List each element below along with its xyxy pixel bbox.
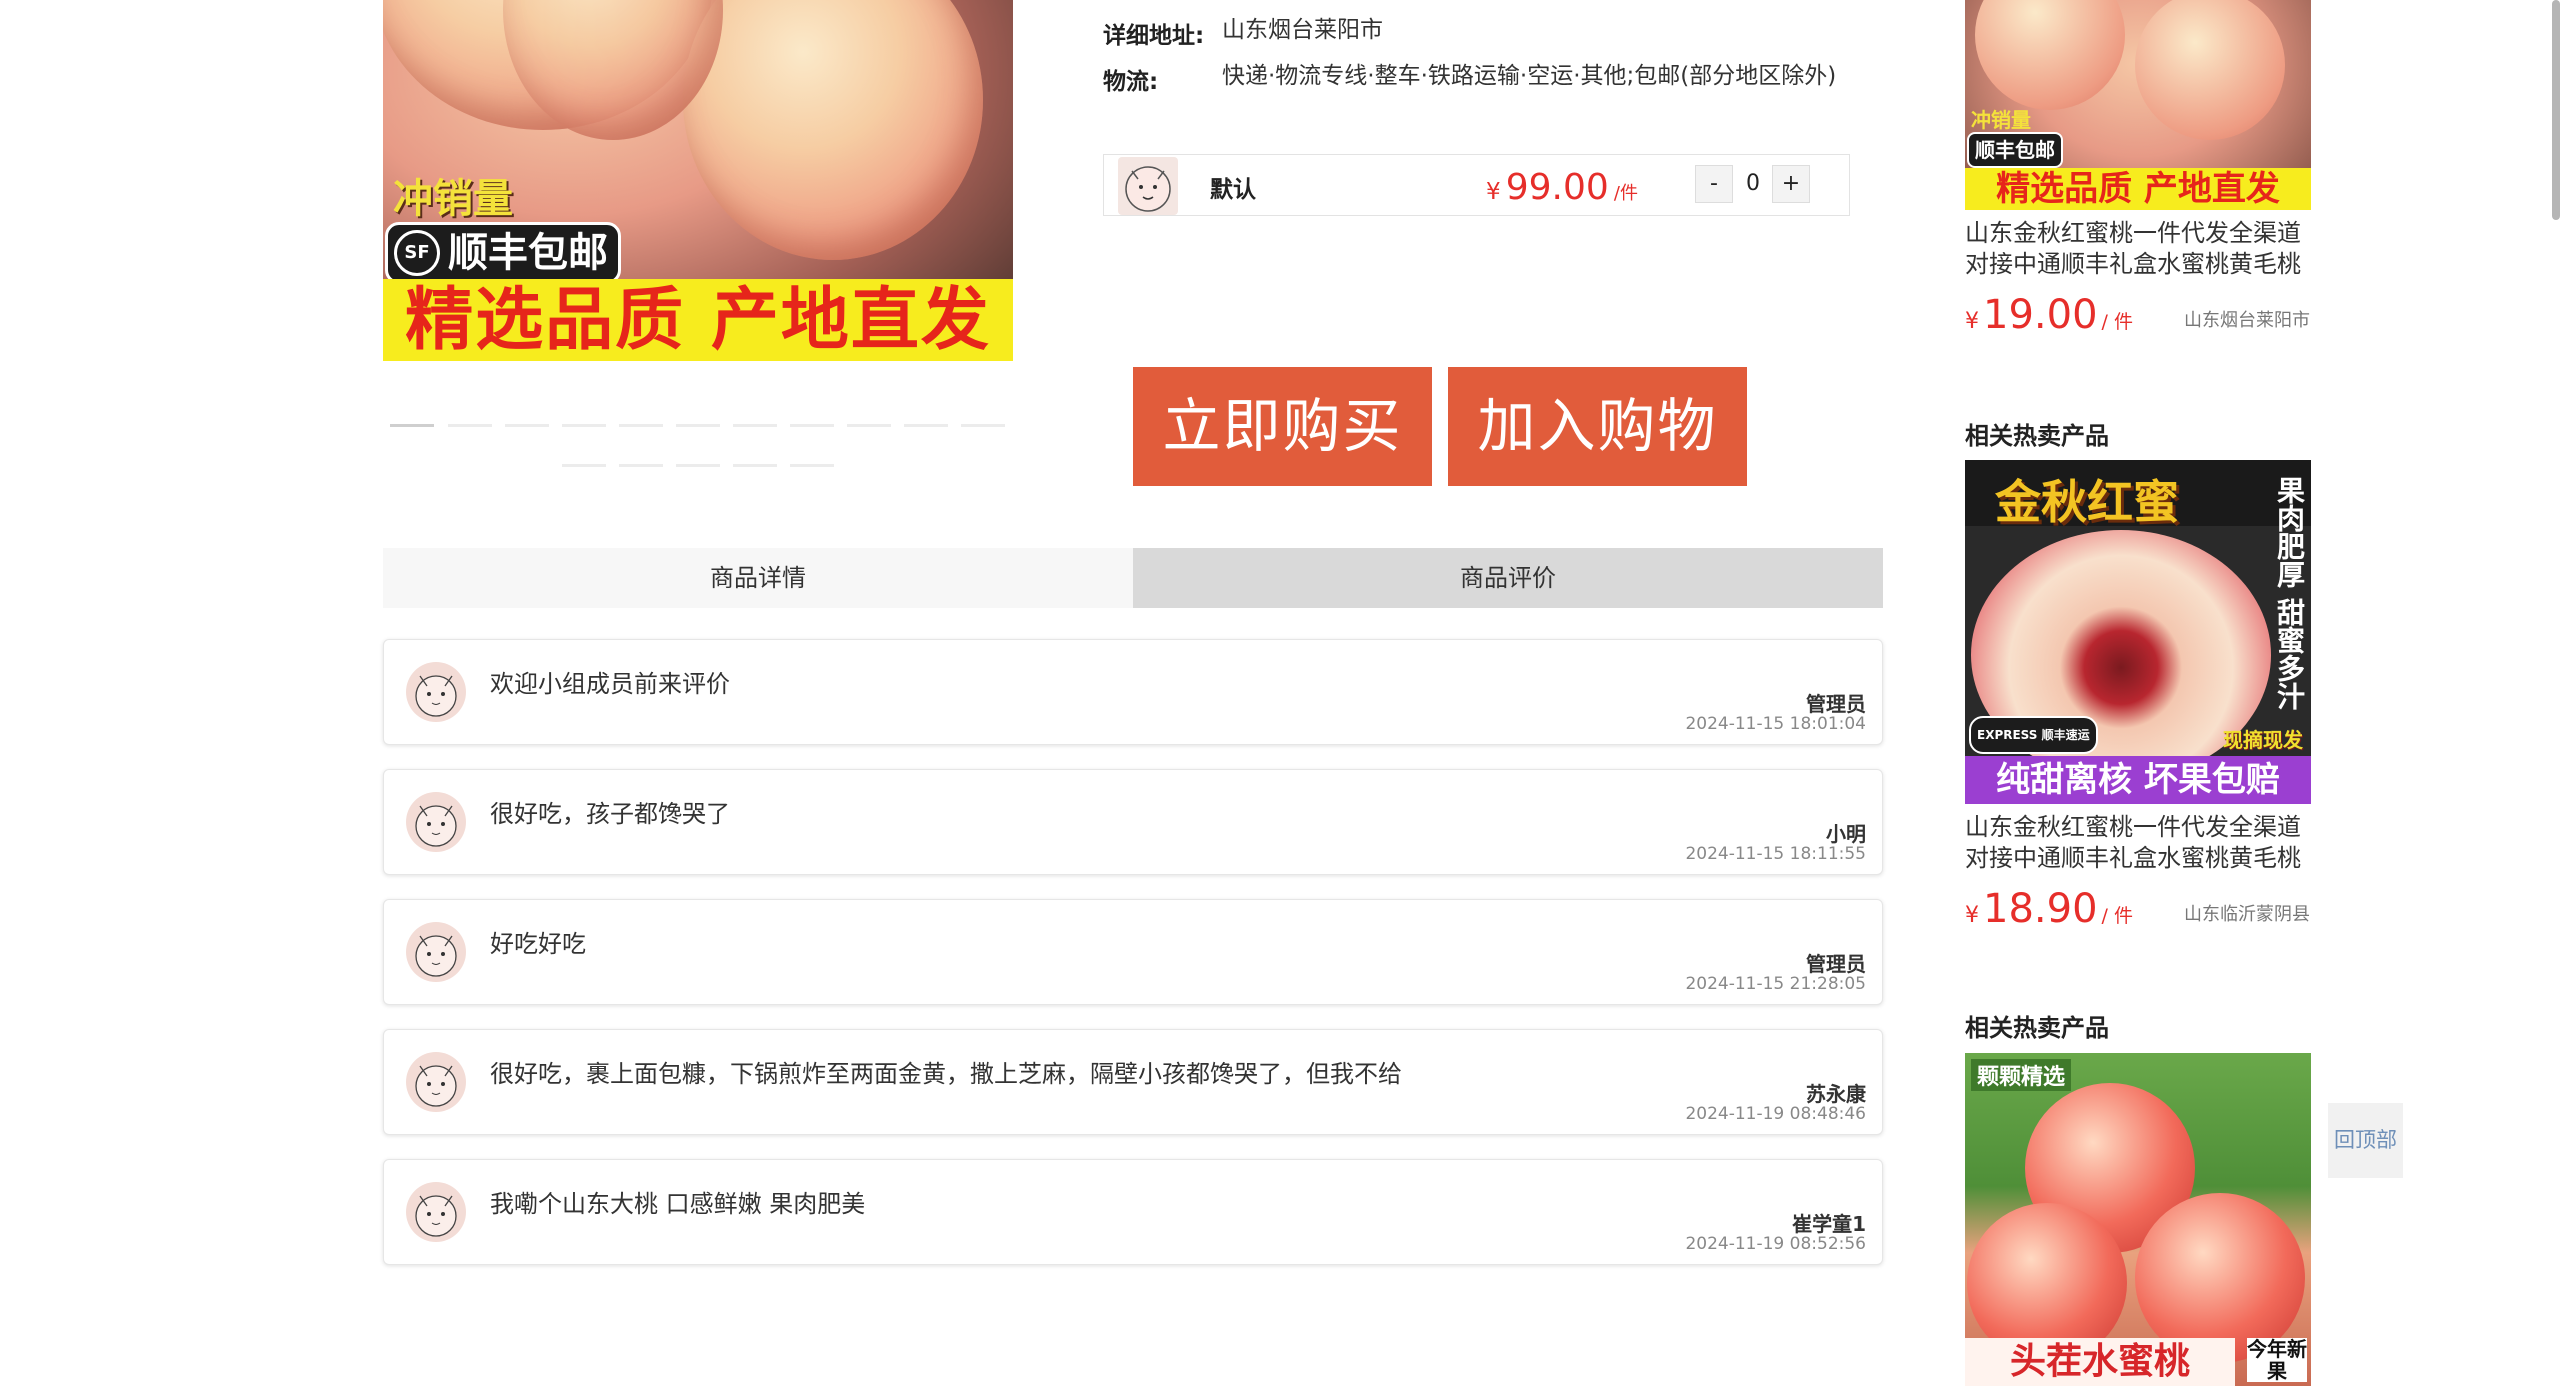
sidebar-unit: / 件	[2101, 311, 2133, 333]
address-label: 详细地址:	[1103, 23, 1205, 49]
avatar	[406, 922, 466, 982]
carousel-dot[interactable]	[390, 424, 434, 427]
buy-now-button[interactable]: 立即购买	[1133, 367, 1432, 486]
sku-unit: /件	[1613, 183, 1638, 204]
sku-row[interactable]: 默认 ¥ 99.00 /件 - 0 +	[1103, 154, 1850, 216]
sidebar-product-location: 山东烟台莱阳市	[2184, 310, 2310, 331]
sidebar-shipping-tag: 顺丰包邮	[1967, 132, 2063, 168]
sidebar-price-value: 19.00	[1983, 292, 2098, 338]
shipping-tag-text: 顺丰包邮	[448, 230, 608, 276]
sales-tag: 冲销量	[393, 176, 513, 222]
shipping-tag: SF 顺丰包邮	[385, 222, 621, 284]
carousel-dot[interactable]	[904, 424, 948, 427]
sidebar-product-image[interactable]: 冲销量 顺丰包邮 精选品质 产地直发	[1965, 0, 2311, 210]
review-user: 管理员	[1806, 692, 1866, 716]
sidebar-product-name[interactable]: 山东金秋红蜜桃一件代发全渠道对接中通顺丰礼盒水蜜桃黄毛桃	[1965, 812, 2315, 874]
review-text: 很好吃，孩子都馋哭了	[490, 800, 730, 828]
carousel-dot[interactable]	[961, 424, 1005, 427]
review-item: 欢迎小组成员前来评价 管理员 2024-11-15 18:01:04	[383, 639, 1883, 745]
quantity-minus-button[interactable]: -	[1695, 165, 1733, 203]
carousel-dot[interactable]	[505, 424, 549, 427]
review-text: 很好吃，裹上面包糠，下锅煎炸至两面金黄，撒上芝麻，隔壁小孩都馋哭了，但我不给	[490, 1060, 1402, 1088]
tab-product-details[interactable]: 商品详情	[383, 548, 1133, 608]
sku-thumbnail	[1118, 157, 1178, 215]
sidebar-price-value: 18.90	[1983, 886, 2098, 932]
carousel-dot[interactable]	[676, 464, 720, 467]
carousel-dot[interactable]	[619, 424, 663, 427]
sidebar-image-title: 金秋红蜜	[1995, 475, 2179, 529]
review-text: 好吃好吃	[490, 930, 586, 958]
sidebar-product-location: 山东临沂蒙阴县	[2184, 904, 2310, 925]
carousel-dot[interactable]	[619, 464, 663, 467]
carousel-dot[interactable]	[448, 424, 492, 427]
sidebar-image-badge: 今年新果	[2247, 1337, 2307, 1383]
quantity-plus-button[interactable]: +	[1772, 165, 1810, 203]
address-value: 山东烟台莱阳市	[1222, 17, 1383, 43]
sidebar-image-tag: 颗颗精选	[1971, 1059, 2072, 1091]
review-time: 2024-11-19 08:48:46	[1685, 1104, 1866, 1124]
review-text: 我嘞个山东大桃 口感鲜嫩 果肉肥美	[490, 1190, 866, 1218]
avatar	[406, 792, 466, 852]
logistics-value: 快递·物流专线·整车·铁路运输·空运·其他;包邮(部分地区除外)	[1222, 63, 1837, 89]
carousel-dot[interactable]	[733, 464, 777, 467]
sidebar-currency: ¥	[1965, 903, 1979, 928]
carousel-dot[interactable]	[676, 424, 720, 427]
sidebar-product-price: ¥18.90/ 件	[1965, 886, 2133, 932]
review-time: 2024-11-15 21:28:05	[1685, 974, 1866, 994]
sidebar-product-price: ¥19.00/ 件	[1965, 292, 2133, 338]
product-main-image: 冲销量 SF 顺丰包邮 精选品质 产地直发	[383, 0, 1013, 361]
back-to-top-button[interactable]: 回顶部	[2328, 1103, 2403, 1178]
review-user: 苏永康	[1806, 1082, 1866, 1106]
review-user: 管理员	[1806, 952, 1866, 976]
review-item: 很好吃，孩子都馋哭了 小明 2024-11-15 18:11:55	[383, 769, 1883, 875]
review-item: 我嘞个山东大桃 口感鲜嫩 果肉肥美 崔学童1 2024-11-19 08:52:…	[383, 1159, 1883, 1265]
sidebar-currency: ¥	[1965, 309, 1979, 334]
review-time: 2024-11-15 18:11:55	[1685, 844, 1866, 864]
sidebar-product-image[interactable]: 金秋红蜜 果肉肥厚 甜蜜多汁 EXPRESS 顺丰速运 现摘现发 纯甜离核 坏果…	[1965, 460, 2311, 804]
page-scrollbar[interactable]	[2552, 0, 2560, 220]
carousel-dot[interactable]	[847, 424, 891, 427]
sidebar-section-title: 相关热卖产品	[1965, 1014, 2109, 1042]
sidebar-image-banner: 精选品质 产地直发	[1965, 168, 2311, 210]
sku-name: 默认	[1210, 177, 1256, 203]
sidebar-product-image[interactable]: 颗颗精选 头茬水蜜桃 今年新果	[1965, 1053, 2311, 1386]
review-time: 2024-11-15 18:01:04	[1685, 714, 1866, 734]
sku-price: ¥ 99.00 /件	[1486, 167, 1638, 208]
review-item: 好吃好吃 管理员 2024-11-15 21:28:05	[383, 899, 1883, 1005]
quantity-input[interactable]: 0	[1734, 165, 1772, 203]
avatar	[406, 662, 466, 722]
carousel-dot[interactable]	[562, 424, 606, 427]
avatar	[406, 1052, 466, 1112]
carousel-dot[interactable]	[562, 464, 606, 467]
avatar	[406, 1182, 466, 1242]
carousel-dot[interactable]	[790, 424, 834, 427]
tab-product-reviews[interactable]: 商品评价	[1133, 548, 1883, 608]
sku-currency: ¥	[1486, 179, 1501, 205]
sidebar-express-badge: EXPRESS 顺丰速运	[1969, 716, 2098, 754]
review-user: 小明	[1826, 822, 1866, 846]
sidebar-image-banner: 纯甜离核 坏果包赔	[1965, 756, 2311, 804]
sidebar-product-name[interactable]: 山东金秋红蜜桃一件代发全渠道对接中通顺丰礼盒水蜜桃黄毛桃	[1965, 218, 2315, 280]
sidebar-image-badge: 现摘现发	[2223, 728, 2303, 752]
review-text: 欢迎小组成员前来评价	[490, 670, 730, 698]
carousel-dot[interactable]	[733, 424, 777, 427]
sidebar-sales-tag: 冲销量	[1971, 108, 2031, 132]
sku-price-value: 99.00	[1505, 167, 1609, 208]
sidebar-image-banner: 头茬水蜜桃	[1965, 1338, 2235, 1386]
sidebar-image-side-text: 果肉肥厚 甜蜜多汁	[2273, 476, 2306, 710]
logistics-label: 物流:	[1103, 69, 1159, 95]
image-banner: 精选品质 产地直发	[383, 279, 1013, 361]
sidebar-unit: / 件	[2101, 905, 2133, 927]
review-user: 崔学童1	[1792, 1212, 1866, 1236]
review-item: 很好吃，裹上面包糠，下锅煎炸至两面金黄，撒上芝麻，隔壁小孩都馋哭了，但我不给 苏…	[383, 1029, 1883, 1135]
carousel-dot[interactable]	[790, 464, 834, 467]
review-time: 2024-11-19 08:52:56	[1685, 1234, 1866, 1254]
sidebar-section-title: 相关热卖产品	[1965, 422, 2109, 450]
sf-logo-icon: SF	[394, 230, 440, 276]
add-to-cart-button[interactable]: 加入购物车	[1448, 367, 1747, 579]
